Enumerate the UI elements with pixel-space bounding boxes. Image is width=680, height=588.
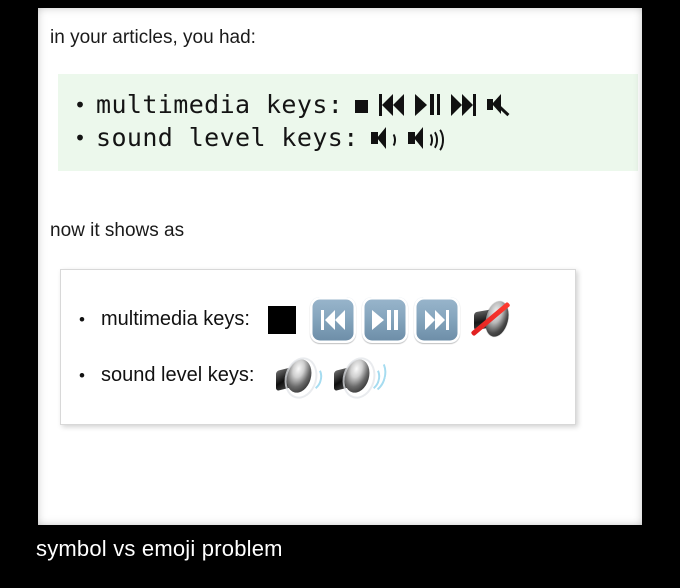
symbol-row-label: multimedia keys: — [96, 89, 344, 119]
screenshot-panel: in your articles, you had: • multimedia … — [38, 8, 642, 525]
symbol-list: • multimedia keys: • sound level keys: — [74, 88, 622, 155]
list-bullet: • — [79, 310, 85, 329]
emoji-list: • multimedia keys: • sound level keys: — [79, 292, 557, 404]
speaker-high-volume-emoji-icon — [330, 352, 391, 403]
slide-root: in your articles, you had: • multimedia … — [0, 0, 680, 588]
fast-forward-emoji-icon — [413, 296, 460, 343]
list-item: • multimedia keys: — [74, 88, 622, 122]
lead-text: in your articles, you had: — [50, 27, 256, 48]
symbol-row-label: sound level keys: — [96, 123, 359, 153]
list-item: • multimedia keys: — [79, 292, 557, 348]
play-pause-symbol-icon — [415, 93, 441, 116]
emoji-render-card: • multimedia keys: • sound level keys: — [60, 268, 576, 425]
speaker-high-volume-symbol-icon — [407, 126, 444, 154]
rewind-emoji-icon — [309, 296, 356, 343]
rewind-symbol-icon — [379, 93, 405, 116]
emoji-row-label: sound level keys: — [101, 364, 255, 386]
list-bullet: • — [79, 366, 85, 385]
mute-symbol-icon — [487, 93, 511, 117]
symbol-code-block: • multimedia keys: • sound level keys: — [58, 73, 638, 171]
screenshot-surface: in your articles, you had: • multimedia … — [38, 8, 642, 525]
list-bullet: • — [74, 92, 87, 117]
emoji-run-sound — [272, 352, 391, 403]
list-item: • sound level keys: — [79, 348, 557, 404]
stop-emoji-icon — [267, 305, 296, 334]
muted-speaker-emoji-icon — [468, 297, 518, 343]
emoji-row-label: multimedia keys: — [101, 308, 250, 330]
emoji-run-multimedia — [267, 296, 518, 343]
symbol-run-sound — [370, 126, 444, 154]
speaker-low-volume-symbol-icon — [370, 127, 397, 149]
slide-caption: symbol vs emoji problem — [36, 536, 283, 561]
stop-symbol-icon — [355, 92, 369, 117]
list-item: • sound level keys: — [74, 121, 622, 155]
list-bullet: • — [74, 126, 87, 150]
play-pause-emoji-icon — [361, 296, 408, 343]
fast-forward-symbol-icon — [451, 93, 477, 116]
transition-text: now it shows as — [50, 219, 185, 241]
symbol-run-multimedia — [355, 92, 511, 117]
speaker-low-volume-emoji-icon — [272, 352, 326, 403]
